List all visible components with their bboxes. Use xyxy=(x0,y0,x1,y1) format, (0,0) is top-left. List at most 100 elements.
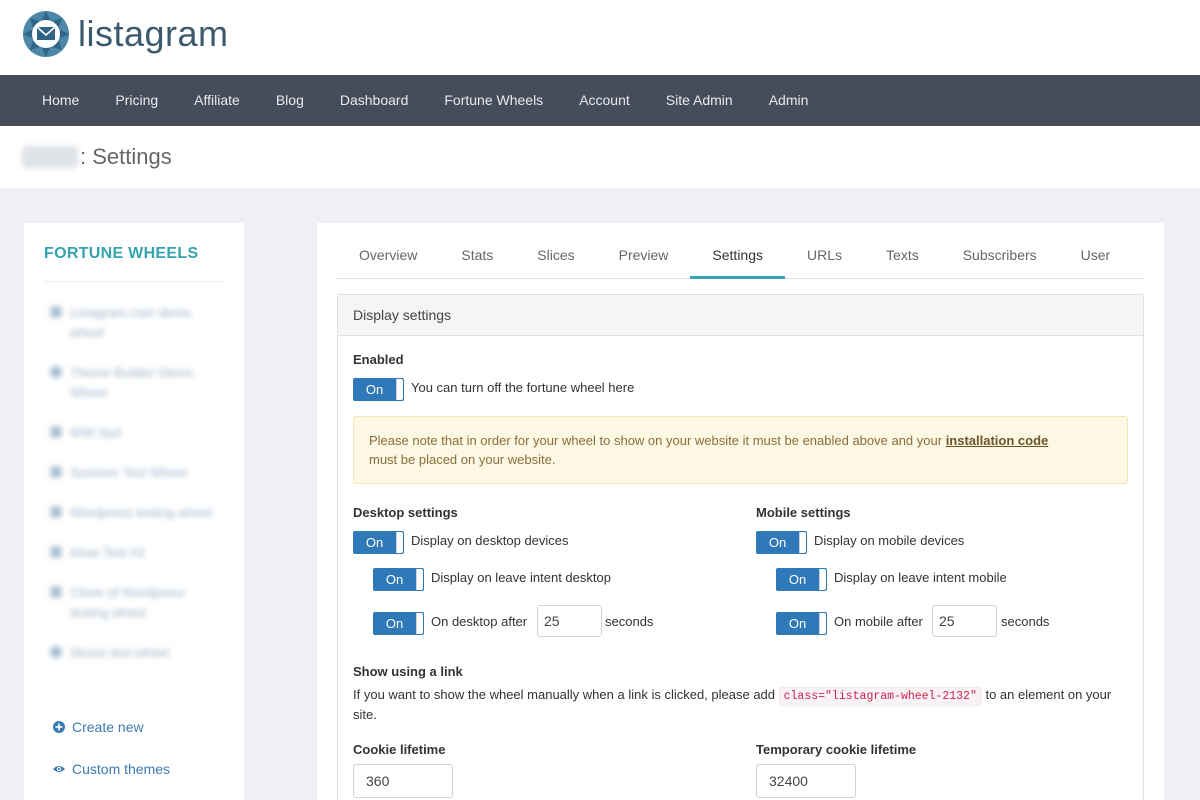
tab-settings[interactable]: Settings xyxy=(690,235,785,279)
tab-subscribers[interactable]: Subscribers xyxy=(941,235,1059,278)
wheel-icon xyxy=(50,466,62,478)
installation-notice: Please note that in order for your wheel… xyxy=(353,416,1128,484)
desktop-seconds-input[interactable] xyxy=(537,605,602,637)
wheel-label: Theme Builder Demo Wheel xyxy=(70,365,193,400)
sidebar-wheel-item[interactable]: Clone of Wordpress testing wheel xyxy=(50,583,220,623)
toggle-knob xyxy=(819,613,826,634)
tab-stats[interactable]: Stats xyxy=(439,235,515,278)
wheel-label: Summer Test Wheel xyxy=(70,465,187,480)
wheel-icon xyxy=(50,306,62,318)
sidebar-wheel-item[interactable]: WW Syd xyxy=(50,423,220,443)
brand-logo[interactable]: listagram xyxy=(22,10,229,58)
wheel-label: Wordpress testing wheel xyxy=(70,505,213,520)
wheel-label: Clone of Wordpress testing wheel xyxy=(70,585,185,620)
toggle-state: On xyxy=(385,616,404,631)
main-content: Overview Stats Slices Preview Settings U… xyxy=(317,223,1164,800)
toggle-state: On xyxy=(768,535,787,550)
nav-item-pricing[interactable]: Pricing xyxy=(97,75,176,126)
enabled-label: Enabled xyxy=(353,352,404,367)
nav-item-fortune-wheels[interactable]: Fortune Wheels xyxy=(426,75,561,126)
wheel-icon xyxy=(50,546,62,558)
toggle-knob xyxy=(799,532,806,553)
enabled-toggle[interactable]: On xyxy=(353,378,404,401)
mobile-display-text: Display on mobile devices xyxy=(814,533,965,548)
mobile-leave-intent-text: Display on leave intent mobile xyxy=(834,570,1007,585)
mobile-after-text: On mobile after xyxy=(834,614,923,629)
redacted-wheel-name xyxy=(22,146,78,168)
create-new-label: Create new xyxy=(72,719,144,735)
tab-urls[interactable]: URLs xyxy=(785,235,864,278)
create-new-link[interactable]: Create new xyxy=(52,719,144,735)
nav-item-home[interactable]: Home xyxy=(24,75,97,126)
mobile-leave-intent-toggle[interactable]: On xyxy=(776,568,827,591)
sidebar-wheel-item[interactable]: Listagram.com demo wheel xyxy=(50,303,220,343)
wheel-label: Listagram.com demo wheel xyxy=(70,305,192,340)
toggle-state: On xyxy=(385,572,404,587)
tab-texts[interactable]: Texts xyxy=(864,235,941,278)
sidebar: FORTUNE WHEELS Listagram.com demo wheel … xyxy=(24,223,244,800)
notice-text-before: Please note that in order for your wheel… xyxy=(369,433,946,448)
toggle-state: On xyxy=(788,616,807,631)
show-link-label: Show using a link xyxy=(353,664,463,679)
mobile-after-toggle[interactable]: On xyxy=(776,612,827,635)
desktop-leave-intent-toggle[interactable]: On xyxy=(373,568,424,591)
wheel-icon xyxy=(50,366,62,378)
cookie-lifetime-label: Cookie lifetime xyxy=(353,742,446,757)
desktop-after-text: On desktop after xyxy=(431,614,528,629)
toggle-state: On xyxy=(365,535,384,550)
desktop-leave-intent-text: Display on leave intent desktop xyxy=(431,570,611,585)
brand-name: listagram xyxy=(78,13,229,54)
desktop-display-toggle[interactable]: On xyxy=(353,531,404,554)
wheel-class-code: class="listagram-wheel-2132" xyxy=(778,687,982,706)
nav-item-affiliate[interactable]: Affiliate xyxy=(176,75,258,126)
temp-cookie-lifetime-input[interactable] xyxy=(756,764,856,798)
show-link-description: If you want to show the wheel manually w… xyxy=(353,686,1138,724)
custom-themes-label: Custom themes xyxy=(72,761,171,777)
tab-slices[interactable]: Slices xyxy=(515,235,596,278)
desktop-seconds-unit: seconds xyxy=(605,614,654,629)
toggle-knob xyxy=(416,569,423,590)
toggle-knob xyxy=(396,379,403,400)
installation-code-link[interactable]: installation code xyxy=(946,433,1049,448)
wheel-icon xyxy=(50,426,62,438)
sidebar-wheel-item[interactable]: Wordpress testing wheel xyxy=(50,503,220,523)
wheel-icon xyxy=(50,506,62,518)
tab-user[interactable]: User xyxy=(1059,235,1133,278)
nav-item-site-admin[interactable]: Site Admin xyxy=(648,75,751,126)
sidebar-wheel-item[interactable]: Stress test wheel xyxy=(50,643,220,663)
display-settings-panel: Display settings Enabled On You can turn… xyxy=(337,294,1144,800)
sidebar-title: FORTUNE WHEELS xyxy=(44,245,199,262)
nav-item-dashboard[interactable]: Dashboard xyxy=(322,75,427,126)
wheel-label: Ahas Test #2 xyxy=(70,545,145,560)
show-link-text-before: If you want to show the wheel manually w… xyxy=(353,687,779,702)
mobile-settings-label: Mobile settings xyxy=(756,505,851,520)
desktop-after-toggle[interactable]: On xyxy=(373,612,424,635)
toggle-state: On xyxy=(788,572,807,587)
mobile-seconds-input[interactable] xyxy=(932,605,997,637)
logo-wheel-icon xyxy=(23,11,69,57)
sidebar-wheel-item[interactable]: Summer Test Wheel xyxy=(50,463,220,483)
main-navigation: Home Pricing Affiliate Blog Dashboard Fo… xyxy=(0,75,1200,126)
tab-preview[interactable]: Preview xyxy=(597,235,691,278)
wheel-icon xyxy=(50,646,62,658)
cookie-lifetime-input[interactable] xyxy=(353,764,453,798)
toggle-knob xyxy=(819,569,826,590)
nav-item-blog[interactable]: Blog xyxy=(258,75,322,126)
sidebar-wheel-item[interactable]: Theme Builder Demo Wheel xyxy=(50,363,220,403)
tab-overview[interactable]: Overview xyxy=(337,235,439,278)
mobile-display-toggle[interactable]: On xyxy=(756,531,807,554)
page-title: : Settings xyxy=(22,144,172,170)
eye-icon xyxy=(53,766,65,772)
custom-themes-link[interactable]: Custom themes xyxy=(52,761,170,777)
page-title-bar: : Settings xyxy=(0,126,1200,188)
temp-cookie-lifetime-label: Temporary cookie lifetime xyxy=(756,742,917,757)
desktop-display-text: Display on desktop devices xyxy=(411,533,569,548)
top-header: listagram xyxy=(0,0,1200,75)
notice-text-after: must be placed on your website. xyxy=(369,452,556,467)
desktop-settings-label: Desktop settings xyxy=(353,505,458,520)
plus-circle-icon xyxy=(53,721,65,733)
panel-heading: Display settings xyxy=(338,295,1143,336)
nav-item-account[interactable]: Account xyxy=(561,75,648,126)
sidebar-wheel-item[interactable]: Ahas Test #2 xyxy=(50,543,220,563)
nav-item-admin[interactable]: Admin xyxy=(751,75,827,126)
